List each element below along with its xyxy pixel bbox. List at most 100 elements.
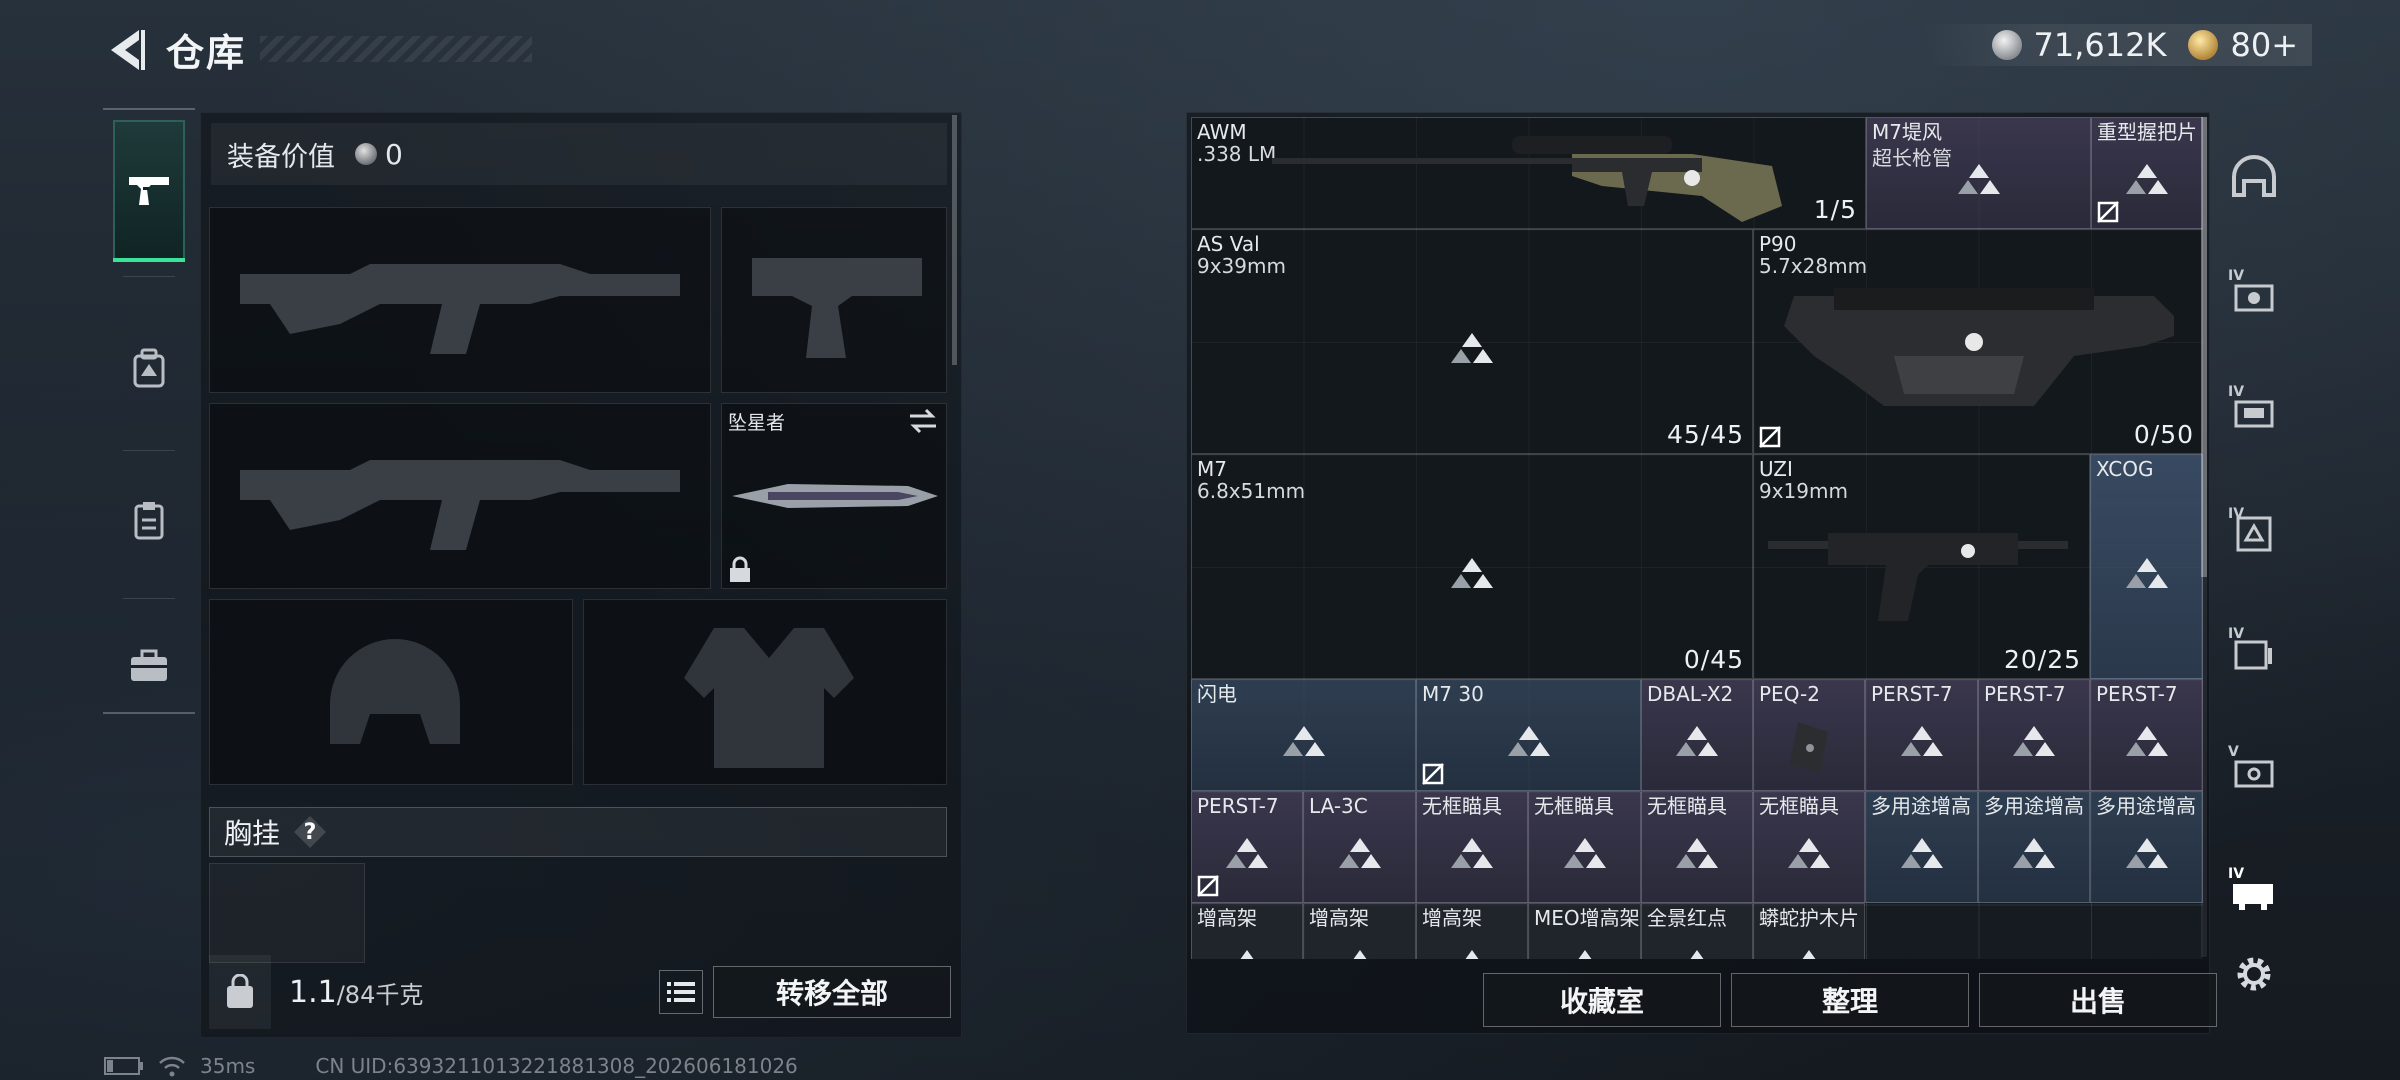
helmet-slot[interactable] xyxy=(209,599,573,785)
status-bar: 35ms CN UID:6393211013221881308_20260618… xyxy=(104,1054,798,1078)
equipment-value-bar: 装备价值 0 xyxy=(211,123,947,185)
placeholder-item-icon xyxy=(1451,838,1493,868)
item-caliber: 9x19mm xyxy=(1759,479,1848,503)
list-view-button[interactable] xyxy=(659,970,703,1014)
item-riser[interactable]: 增高架 xyxy=(1303,903,1416,959)
item-name: M7 xyxy=(1197,457,1227,481)
item-m7-barrel[interactable]: M7堤风 超长枪管 xyxy=(1866,117,2091,229)
item-perst-7[interactable]: PERST-7 xyxy=(1978,679,2090,791)
bag-lock-icon xyxy=(227,974,253,1008)
item-perst-7[interactable]: PERST-7 xyxy=(1865,679,1978,791)
filter-helmet[interactable] xyxy=(2222,146,2286,210)
weight-bar: 1.1 /84千克 转移全部 xyxy=(209,955,955,1029)
item-peq-2[interactable]: PEQ-2 xyxy=(1753,679,1865,791)
primary-weapon-slot-1[interactable] xyxy=(209,207,711,393)
currency-bar: 71,612K 80+ xyxy=(1921,24,2312,66)
item-xcog[interactable]: XCOG xyxy=(2090,454,2203,679)
page-header: 仓库 xyxy=(100,22,246,77)
primary-weapon-slot-2[interactable] xyxy=(209,403,711,589)
smg-p90-icon xyxy=(1784,288,2174,406)
collection-room-button[interactable]: 收藏室 xyxy=(1483,973,1721,1027)
swap-icon[interactable] xyxy=(908,408,938,434)
item-flash[interactable]: 闪电 xyxy=(1191,679,1416,791)
category-weapons[interactable] xyxy=(113,120,185,262)
melee-label: 坠星者 xyxy=(728,412,786,434)
category-gear[interactable] xyxy=(103,592,195,740)
item-name: 闪电 xyxy=(1197,682,1237,706)
item-name: 多用途增高 xyxy=(2096,794,2196,818)
placeholder-item-icon xyxy=(1957,164,2000,194)
storage-scrollbar[interactable] xyxy=(2201,117,2207,957)
item-riser[interactable]: 增高架 xyxy=(1416,903,1528,959)
chest-rig-slot[interactable] xyxy=(209,863,365,963)
filter-crate[interactable]: IV xyxy=(2222,860,2286,924)
chest-rig-label: 胸挂 xyxy=(224,817,281,850)
sell-button[interactable]: 出售 xyxy=(1979,973,2217,1027)
help-icon[interactable]: ? xyxy=(294,816,327,848)
item-frameless-sight[interactable]: 无框瞄具 xyxy=(1641,791,1753,903)
item-perst-7[interactable]: PERST-7 xyxy=(2090,679,2203,791)
filter-container[interactable]: IV xyxy=(2222,620,2286,684)
item-p90[interactable]: P90 5.7x28mm 0/50 xyxy=(1753,229,2203,454)
melee-slot[interactable]: 坠星者 xyxy=(721,403,947,589)
item-name: 增高架 xyxy=(1309,906,1369,930)
item-name: 多用途增高 xyxy=(1984,794,2084,818)
item-dbal-x2[interactable]: DBAL-X2 xyxy=(1641,679,1753,791)
item-awm[interactable]: AWM .338 LM 1/5 xyxy=(1191,117,1866,229)
item-meo-riser[interactable]: MEO增高架 xyxy=(1528,903,1641,959)
sort-button[interactable]: 整理 xyxy=(1731,973,1969,1027)
category-supplies[interactable] xyxy=(103,446,195,594)
loadout-scrollbar[interactable] xyxy=(952,115,957,365)
sniper-rifle-icon xyxy=(1272,136,1782,222)
placeholder-item-icon xyxy=(1451,332,1493,363)
item-name: M7 30 xyxy=(1422,682,1484,706)
chest-rig-header: 胸挂 ? xyxy=(209,807,947,857)
filter-backpack[interactable]: IV xyxy=(2222,500,2286,564)
item-la-3c[interactable]: LA-3C xyxy=(1303,791,1416,903)
battery-icon xyxy=(104,1057,143,1075)
rail-divider xyxy=(123,276,175,277)
settings-button[interactable] xyxy=(2222,942,2286,1006)
rifle-silhouette-icon xyxy=(240,460,680,550)
clipboard-icon xyxy=(134,502,164,540)
item-m7[interactable]: M7 6.8x51mm 0/45 xyxy=(1191,454,1753,679)
helmet-silhouette-icon xyxy=(330,639,460,744)
item-frameless-sight[interactable]: 无框瞄具 xyxy=(1528,791,1641,903)
item-as-val[interactable]: AS Val 9x39mm 45/45 xyxy=(1191,229,1753,454)
filter-armor[interactable]: IV xyxy=(2222,262,2286,326)
storage-grid: AWM .338 LM 1/5 M7堤风 超长枪管 重型握把片 AS Val 9… xyxy=(1191,117,2203,959)
item-caliber: 9x39mm xyxy=(1197,254,1286,278)
back-button[interactable] xyxy=(100,25,150,75)
sidearm-slot[interactable] xyxy=(721,207,947,393)
item-multi-riser[interactable]: 多用途增高 xyxy=(1978,791,2090,903)
tier-tag: IV xyxy=(2228,268,2245,284)
item-holo-red-dot[interactable]: 全景红点 xyxy=(1641,903,1753,959)
item-name: PERST-7 xyxy=(1871,682,1953,706)
item-name: UZI xyxy=(1759,457,1793,481)
item-frameless-sight[interactable]: 无框瞄具 xyxy=(1753,791,1865,903)
filter-case[interactable]: V xyxy=(2222,738,2286,802)
item-heavy-grip-panel[interactable]: 重型握把片 xyxy=(2091,117,2203,229)
item-multi-riser[interactable]: 多用途增高 xyxy=(1865,791,1978,903)
placeholder-item-icon xyxy=(1465,950,1479,959)
item-perst-7[interactable]: PERST-7 xyxy=(1191,791,1303,903)
item-frameless-sight[interactable]: 无框瞄具 xyxy=(1416,791,1528,903)
ping-text: 35ms xyxy=(200,1054,256,1078)
item-python-handguard[interactable]: 蟒蛇护木片 xyxy=(1753,903,1865,959)
item-name: 无框瞄具 xyxy=(1534,794,1614,818)
item-name: XCOG xyxy=(2096,457,2154,481)
item-m7-30-mag[interactable]: M7 30 xyxy=(1416,679,1641,791)
item-uzi[interactable]: UZI 9x19mm 20/25 xyxy=(1753,454,2090,679)
item-multi-riser[interactable]: 多用途增高 xyxy=(2090,791,2203,903)
item-name: PERST-7 xyxy=(2096,682,2178,706)
placeholder-item-icon xyxy=(1676,726,1718,756)
filter-vest[interactable]: IV xyxy=(2222,378,2286,442)
bag-button[interactable] xyxy=(209,955,271,1029)
placeholder-item-icon xyxy=(1338,838,1381,868)
knife-icon xyxy=(732,484,938,508)
item-riser[interactable]: 增高架 xyxy=(1191,903,1303,959)
body-armor-slot[interactable] xyxy=(583,599,947,785)
transfer-all-button[interactable]: 转移全部 xyxy=(713,966,951,1018)
category-armor[interactable] xyxy=(103,294,195,442)
placeholder-item-icon xyxy=(2013,838,2055,868)
